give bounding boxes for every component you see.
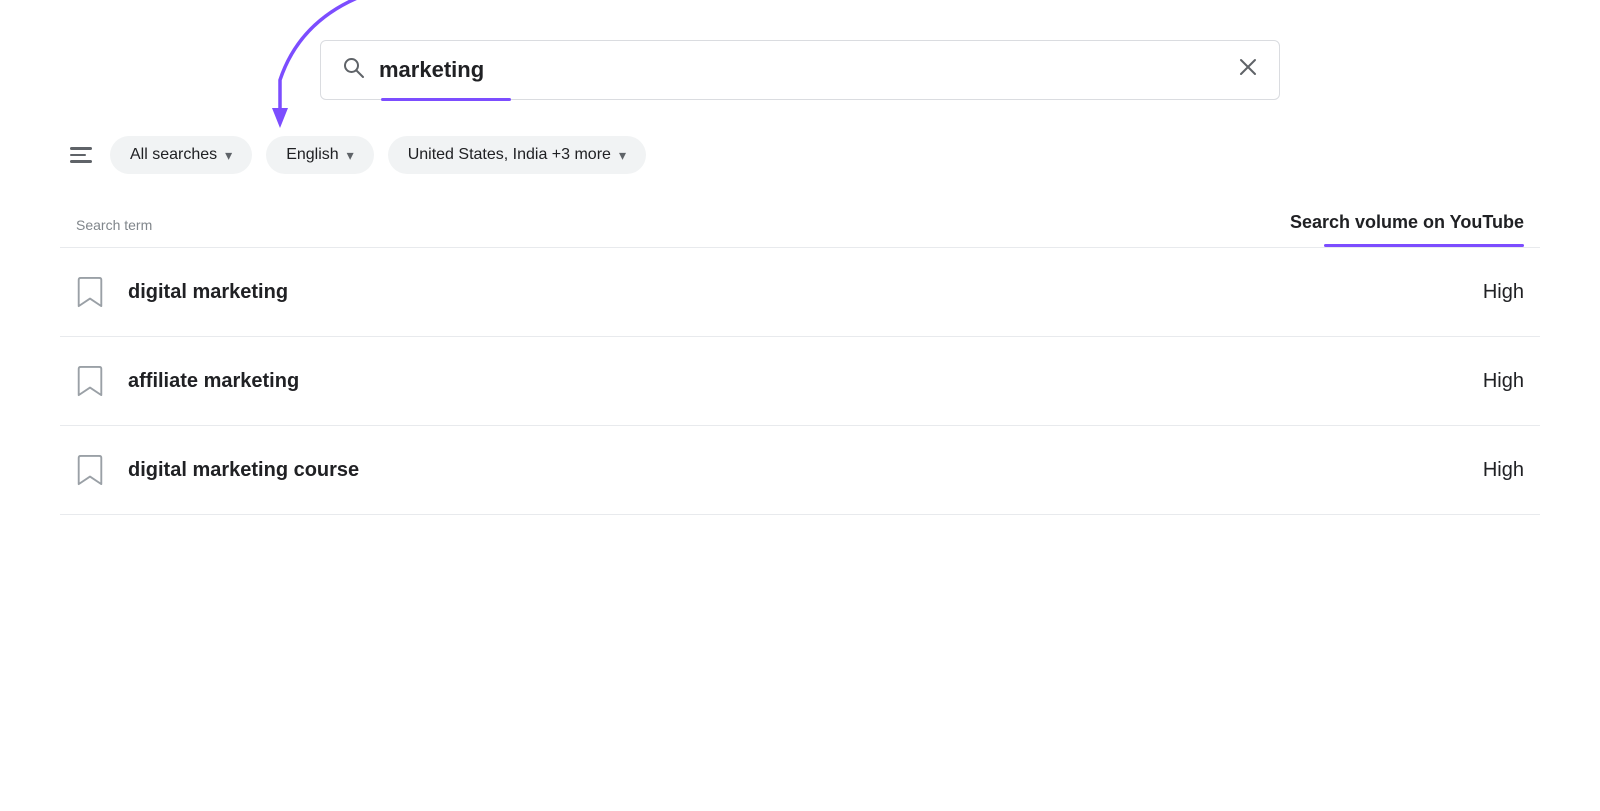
search-input-text[interactable]: marketing: [379, 57, 1237, 83]
row-left: affiliate marketing: [76, 365, 299, 397]
all-searches-label: All searches: [130, 146, 217, 164]
bookmark-icon[interactable]: [76, 276, 104, 308]
row-left: digital marketing course: [76, 454, 359, 486]
search-underline: [381, 98, 511, 101]
result-term-2: affiliate marketing: [128, 370, 299, 393]
search-bar: marketing: [320, 40, 1280, 100]
row-left: digital marketing: [76, 276, 288, 308]
result-volume-1: High: [1483, 281, 1524, 304]
result-volume-3: High: [1483, 459, 1524, 482]
column-headers: Search term Search volume on YouTube: [60, 198, 1540, 248]
location-label: United States, India +3 more: [408, 146, 611, 164]
page-container: marketing All searches ▾ English ▾: [0, 0, 1600, 811]
chevron-down-icon: ▾: [619, 147, 626, 164]
english-chip[interactable]: English ▾: [266, 136, 374, 174]
filter-bar: All searches ▾ English ▾ United States, …: [60, 136, 1540, 174]
results-table: digital marketing High affiliate marketi…: [60, 248, 1540, 515]
bookmark-icon[interactable]: [76, 454, 104, 486]
search-bar-wrapper: marketing: [60, 40, 1540, 100]
result-term-3: digital marketing course: [128, 459, 359, 482]
location-chip[interactable]: United States, India +3 more ▾: [388, 136, 646, 174]
all-searches-chip[interactable]: All searches ▾: [110, 136, 252, 174]
result-volume-2: High: [1483, 370, 1524, 393]
table-row: digital marketing High: [60, 248, 1540, 337]
table-row: digital marketing course High: [60, 426, 1540, 515]
chevron-down-icon: ▾: [225, 147, 232, 164]
result-term-1: digital marketing: [128, 281, 288, 304]
filter-menu-icon[interactable]: [70, 147, 92, 163]
chevron-down-icon: ▾: [347, 147, 354, 164]
column-search-term: Search term: [76, 217, 152, 233]
bookmark-icon[interactable]: [76, 365, 104, 397]
english-label: English: [286, 146, 338, 164]
column-search-volume: Search volume on YouTube: [1290, 212, 1524, 233]
table-row: affiliate marketing High: [60, 337, 1540, 426]
close-icon[interactable]: [1237, 56, 1259, 84]
search-icon: [341, 55, 365, 85]
